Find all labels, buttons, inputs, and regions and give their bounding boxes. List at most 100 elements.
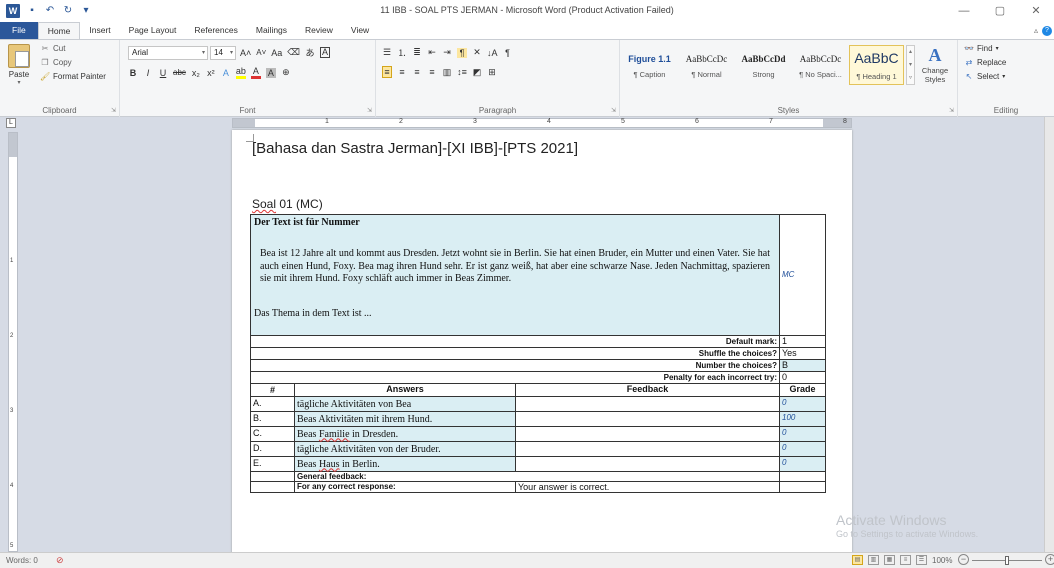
document-title[interactable]: [Bahasa dan Sastra Jerman]-[XI IBB]-[PTS…: [252, 140, 578, 157]
horizontal-ruler[interactable]: L 1 2 3 4 5 6 7 8: [0, 117, 1054, 130]
default-mark-value[interactable]: 1: [779, 334, 826, 348]
character-shading-icon[interactable]: A: [265, 67, 276, 78]
tab-view[interactable]: View: [342, 22, 378, 39]
shrink-font-icon[interactable]: A˅: [256, 48, 266, 57]
numbering-icon[interactable]: ⒈: [397, 46, 407, 59]
answer-grade[interactable]: 0: [779, 425, 826, 442]
font-color-icon[interactable]: A: [250, 66, 261, 79]
outline-icon[interactable]: ≡: [900, 555, 911, 565]
zoom-level[interactable]: 100%: [932, 556, 952, 565]
bold-icon[interactable]: B: [128, 68, 138, 78]
answer-text[interactable]: tägliche Aktivitäten von der Bruder.: [294, 440, 516, 457]
shading-icon[interactable]: ◩: [472, 67, 482, 78]
asian-layout-icon[interactable]: ✕: [472, 47, 482, 58]
font-launcher-icon[interactable]: ⇲: [367, 107, 372, 114]
style-normal[interactable]: AaBbCcDc ¶ Normal: [679, 45, 734, 85]
answer-grade[interactable]: 0: [779, 455, 826, 472]
minimize-button[interactable]: —: [946, 0, 982, 22]
borders-icon[interactable]: ⊞: [487, 67, 497, 78]
multilevel-list-icon[interactable]: ≣: [412, 47, 422, 58]
question-label[interactable]: Soal 01 (MC): [252, 197, 323, 211]
question-table[interactable]: Der Text ist für Nummer Bea ist 12 Jahre…: [250, 214, 826, 493]
italic-icon[interactable]: I: [143, 68, 153, 78]
find-button[interactable]: 👓 Find ▾: [964, 44, 999, 53]
minimize-ribbon-icon[interactable]: ▵: [1034, 26, 1038, 35]
style-heading-1[interactable]: AaBbC ¶ Heading 1: [849, 45, 904, 85]
close-button[interactable]: ✕: [1018, 0, 1054, 22]
answer-text[interactable]: tägliche Aktivitäten von Bea: [294, 395, 516, 412]
answer-text[interactable]: Beas Haus in Berlin.: [294, 455, 516, 472]
draft-icon[interactable]: ☰: [916, 555, 927, 565]
phonetic-guide-icon[interactable]: あ: [305, 46, 315, 59]
zoom-in-icon[interactable]: +: [1045, 554, 1054, 565]
clear-formatting-icon[interactable]: ⌫: [287, 47, 300, 58]
cut-button[interactable]: ✂ Cut: [40, 44, 66, 53]
font-size-select[interactable]: 14 ▾: [210, 46, 236, 60]
tab-mailings[interactable]: Mailings: [247, 22, 296, 39]
answer-feedback[interactable]: [515, 395, 780, 412]
question-text-cell[interactable]: Der Text ist für Nummer Bea ist 12 Jahre…: [250, 214, 780, 336]
change-case-icon[interactable]: Aa: [271, 48, 282, 58]
vertical-scrollbar[interactable]: [1044, 117, 1054, 552]
zoom-slider-track[interactable]: [972, 556, 1042, 565]
tab-references[interactable]: References: [185, 22, 246, 39]
tab-home[interactable]: Home: [37, 22, 81, 39]
answer-grade[interactable]: 0: [779, 395, 826, 412]
maximize-button[interactable]: ▢: [982, 0, 1018, 22]
tab-page-layout[interactable]: Page Layout: [120, 22, 186, 39]
style-no-spacing[interactable]: AaBbCcDc ¶ No Spaci...: [793, 45, 848, 85]
paste-button[interactable]: Paste ▾: [6, 44, 32, 86]
answer-feedback[interactable]: [515, 440, 780, 457]
change-styles-button[interactable]: A Change Styles: [916, 45, 954, 84]
word-count[interactable]: Words: 0: [6, 556, 38, 565]
help-icon[interactable]: ?: [1042, 25, 1052, 36]
vertical-ruler[interactable]: 1 2 3 4 5: [8, 132, 18, 552]
strikethrough-icon[interactable]: abc: [173, 68, 186, 77]
format-painter-button[interactable]: 🖌 Format Painter: [40, 72, 106, 81]
align-center-icon[interactable]: ≡: [397, 67, 407, 77]
increase-indent-icon[interactable]: ⇥: [442, 47, 452, 58]
style-gallery-scroll[interactable]: ▴ ▾ ▿: [906, 45, 915, 85]
paste-dropdown-icon[interactable]: ▾: [6, 79, 32, 86]
full-screen-reading-icon[interactable]: ▥: [868, 555, 879, 565]
align-left-icon[interactable]: ≡: [382, 66, 392, 78]
bullets-icon[interactable]: ☰: [382, 47, 392, 58]
superscript-icon[interactable]: x²: [206, 68, 216, 78]
answer-feedback[interactable]: [515, 425, 780, 442]
ruler-bar[interactable]: 1 2 3 4 5 6 7 8: [232, 118, 852, 128]
tab-review[interactable]: Review: [296, 22, 342, 39]
zoom-out-icon[interactable]: −: [958, 554, 969, 565]
answer-text[interactable]: Beas Aktivitäten mit ihrem Hund.: [294, 410, 516, 427]
select-button[interactable]: ↖ Select ▾: [964, 72, 1006, 81]
line-spacing-icon[interactable]: ↕≡: [457, 67, 467, 77]
answer-feedback[interactable]: [515, 455, 780, 472]
paragraph-launcher-icon[interactable]: ⇲: [611, 107, 616, 114]
clipboard-launcher-icon[interactable]: ⇲: [111, 107, 116, 114]
proofing-icon[interactable]: ⊘: [56, 555, 64, 566]
replace-button[interactable]: ⇄ Replace: [964, 58, 1007, 67]
decrease-indent-icon[interactable]: ⇤: [427, 47, 437, 58]
document-page[interactable]: [Bahasa dan Sastra Jerman]-[XI IBB]-[PTS…: [232, 130, 852, 555]
tab-file[interactable]: File: [0, 22, 38, 39]
sort-icon[interactable]: ↓A: [487, 48, 498, 58]
styles-launcher-icon[interactable]: ⇲: [949, 107, 954, 114]
align-right-icon[interactable]: ≡: [412, 67, 422, 77]
tab-selector-icon[interactable]: L: [6, 118, 16, 128]
zoom-slider-thumb[interactable]: [1005, 556, 1009, 565]
font-name-select[interactable]: Arial ▾: [128, 46, 208, 60]
style-caption[interactable]: Figure 1.1 ¶ Caption: [622, 45, 677, 85]
question-type-cell[interactable]: MC: [779, 214, 826, 336]
correct-feedback-value[interactable]: Your answer is correct.: [515, 480, 780, 493]
shuffle-value[interactable]: Yes: [779, 346, 826, 360]
show-hide-icon[interactable]: ¶: [503, 48, 513, 58]
print-layout-icon[interactable]: ▤: [852, 555, 863, 565]
answer-grade[interactable]: 0: [779, 440, 826, 457]
web-layout-icon[interactable]: ▦: [884, 555, 895, 565]
text-effects-icon[interactable]: A: [221, 68, 231, 78]
character-border-icon[interactable]: A: [320, 47, 331, 58]
tab-insert[interactable]: Insert: [80, 22, 119, 39]
subscript-icon[interactable]: x₂: [191, 68, 201, 78]
copy-button[interactable]: ❐ Copy: [40, 58, 71, 67]
enclose-characters-icon[interactable]: ⊕: [281, 67, 291, 78]
highlight-icon[interactable]: ab: [235, 66, 246, 79]
